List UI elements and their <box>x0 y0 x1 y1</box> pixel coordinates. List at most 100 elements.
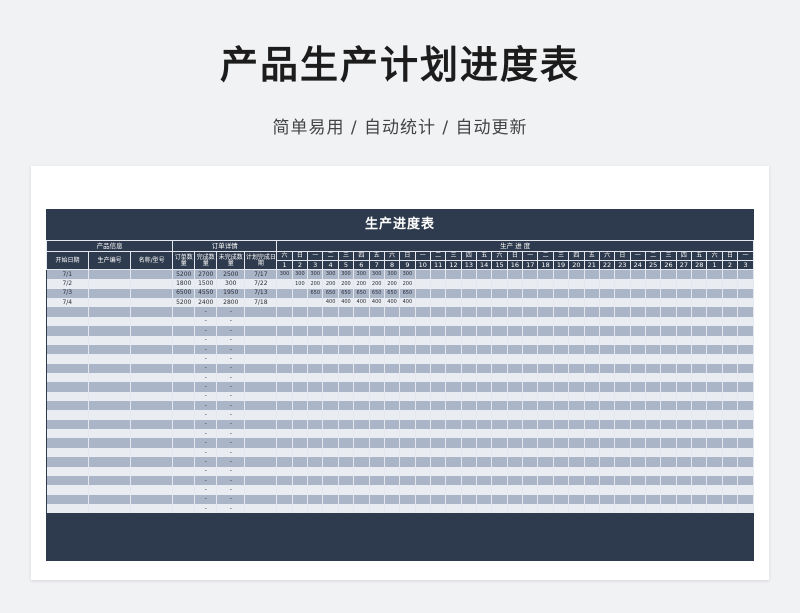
progress-cell[interactable] <box>369 307 385 317</box>
progress-cell[interactable] <box>276 372 293 383</box>
progress-cell[interactable] <box>691 485 708 495</box>
progress-cell[interactable] <box>491 475 508 486</box>
progress-cell[interactable] <box>338 410 355 420</box>
progress-cell[interactable] <box>522 298 539 308</box>
progress-cell[interactable] <box>276 475 293 486</box>
progress-cell[interactable] <box>553 391 570 402</box>
progress-cell[interactable] <box>276 419 293 430</box>
progress-cell[interactable] <box>415 410 431 420</box>
progress-cell[interactable] <box>461 494 478 504</box>
progress-cell[interactable] <box>522 438 539 448</box>
progress-cell[interactable] <box>676 475 693 486</box>
progress-cell[interactable] <box>507 335 524 345</box>
progress-cell[interactable] <box>430 372 447 383</box>
cell-order[interactable]: 5200 <box>172 269 196 280</box>
progress-cell[interactable] <box>706 372 723 383</box>
progress-cell[interactable] <box>537 401 554 411</box>
progress-cell[interactable] <box>461 419 478 430</box>
progress-cell[interactable] <box>353 457 370 467</box>
progress-cell[interactable] <box>630 419 646 430</box>
progress-cell[interactable] <box>722 307 739 317</box>
cell-order[interactable]: 6500 <box>172 288 196 299</box>
progress-cell[interactable] <box>691 429 708 439</box>
progress-cell[interactable] <box>307 363 324 373</box>
cell-order[interactable] <box>172 503 196 514</box>
progress-cell[interactable] <box>537 457 554 467</box>
cell-plan[interactable] <box>244 475 278 486</box>
progress-cell[interactable] <box>645 335 662 345</box>
progress-cell[interactable] <box>292 401 309 411</box>
progress-cell[interactable] <box>737 410 754 420</box>
cell-start[interactable] <box>46 410 90 420</box>
progress-cell[interactable] <box>415 401 431 411</box>
cell-order[interactable] <box>172 363 196 373</box>
progress-cell[interactable] <box>384 457 401 467</box>
cell-code[interactable] <box>88 316 132 327</box>
cell-plan[interactable] <box>244 372 278 383</box>
progress-cell[interactable] <box>584 288 600 299</box>
progress-cell[interactable]: 100 <box>292 279 309 289</box>
progress-cell[interactable] <box>445 269 462 280</box>
progress-cell[interactable] <box>568 372 585 383</box>
progress-cell[interactable] <box>660 410 677 420</box>
progress-cell[interactable] <box>537 503 554 514</box>
progress-cell[interactable] <box>522 269 539 280</box>
progress-cell[interactable] <box>599 410 616 420</box>
progress-cell[interactable] <box>445 503 462 514</box>
progress-cell[interactable]: 200 <box>369 279 385 289</box>
progress-cell[interactable] <box>584 391 600 402</box>
progress-cell[interactable] <box>645 269 662 280</box>
cell-order[interactable] <box>172 382 196 392</box>
progress-cell[interactable] <box>292 316 309 327</box>
progress-cell[interactable] <box>445 363 462 373</box>
progress-cell[interactable] <box>630 494 646 504</box>
cell-name[interactable] <box>130 475 174 486</box>
progress-cell[interactable] <box>384 316 401 327</box>
cell-done[interactable]: - <box>194 372 218 383</box>
progress-cell[interactable] <box>491 503 508 514</box>
progress-cell[interactable] <box>660 447 677 458</box>
progress-cell[interactable] <box>430 466 447 476</box>
progress-cell[interactable] <box>369 382 385 392</box>
progress-cell[interactable] <box>645 401 662 411</box>
progress-cell[interactable] <box>691 269 708 280</box>
progress-cell[interactable] <box>353 354 370 364</box>
progress-cell[interactable] <box>722 494 739 504</box>
progress-cell[interactable] <box>553 307 570 317</box>
progress-cell[interactable] <box>553 475 570 486</box>
progress-cell[interactable] <box>353 344 370 355</box>
progress-cell[interactable] <box>430 419 447 430</box>
progress-cell[interactable]: 300 <box>353 269 370 280</box>
progress-cell[interactable] <box>507 391 524 402</box>
progress-cell[interactable] <box>507 419 524 430</box>
cell-undone[interactable]: - <box>216 391 246 402</box>
progress-cell[interactable] <box>292 288 309 299</box>
progress-cell[interactable] <box>384 447 401 458</box>
progress-cell[interactable] <box>706 419 723 430</box>
progress-cell[interactable] <box>676 288 693 299</box>
progress-cell[interactable] <box>737 354 754 364</box>
progress-cell[interactable] <box>461 457 478 467</box>
progress-cell[interactable] <box>568 494 585 504</box>
cell-name[interactable] <box>130 382 174 392</box>
progress-cell[interactable] <box>507 485 524 495</box>
progress-cell[interactable] <box>491 307 508 317</box>
progress-cell[interactable] <box>737 316 754 327</box>
progress-cell[interactable] <box>338 494 355 504</box>
progress-cell[interactable] <box>292 457 309 467</box>
progress-cell[interactable] <box>476 410 493 420</box>
progress-cell[interactable] <box>737 438 754 448</box>
progress-cell[interactable] <box>353 494 370 504</box>
progress-cell[interactable] <box>307 307 324 317</box>
progress-cell[interactable] <box>399 475 416 486</box>
progress-cell[interactable] <box>476 316 493 327</box>
progress-cell[interactable] <box>691 401 708 411</box>
progress-cell[interactable] <box>614 307 631 317</box>
cell-undone[interactable]: - <box>216 485 246 495</box>
progress-cell[interactable] <box>553 429 570 439</box>
cell-done[interactable]: - <box>194 457 218 467</box>
cell-code[interactable] <box>88 279 132 289</box>
cell-plan[interactable] <box>244 438 278 448</box>
progress-cell[interactable] <box>645 466 662 476</box>
cell-code[interactable] <box>88 419 132 430</box>
